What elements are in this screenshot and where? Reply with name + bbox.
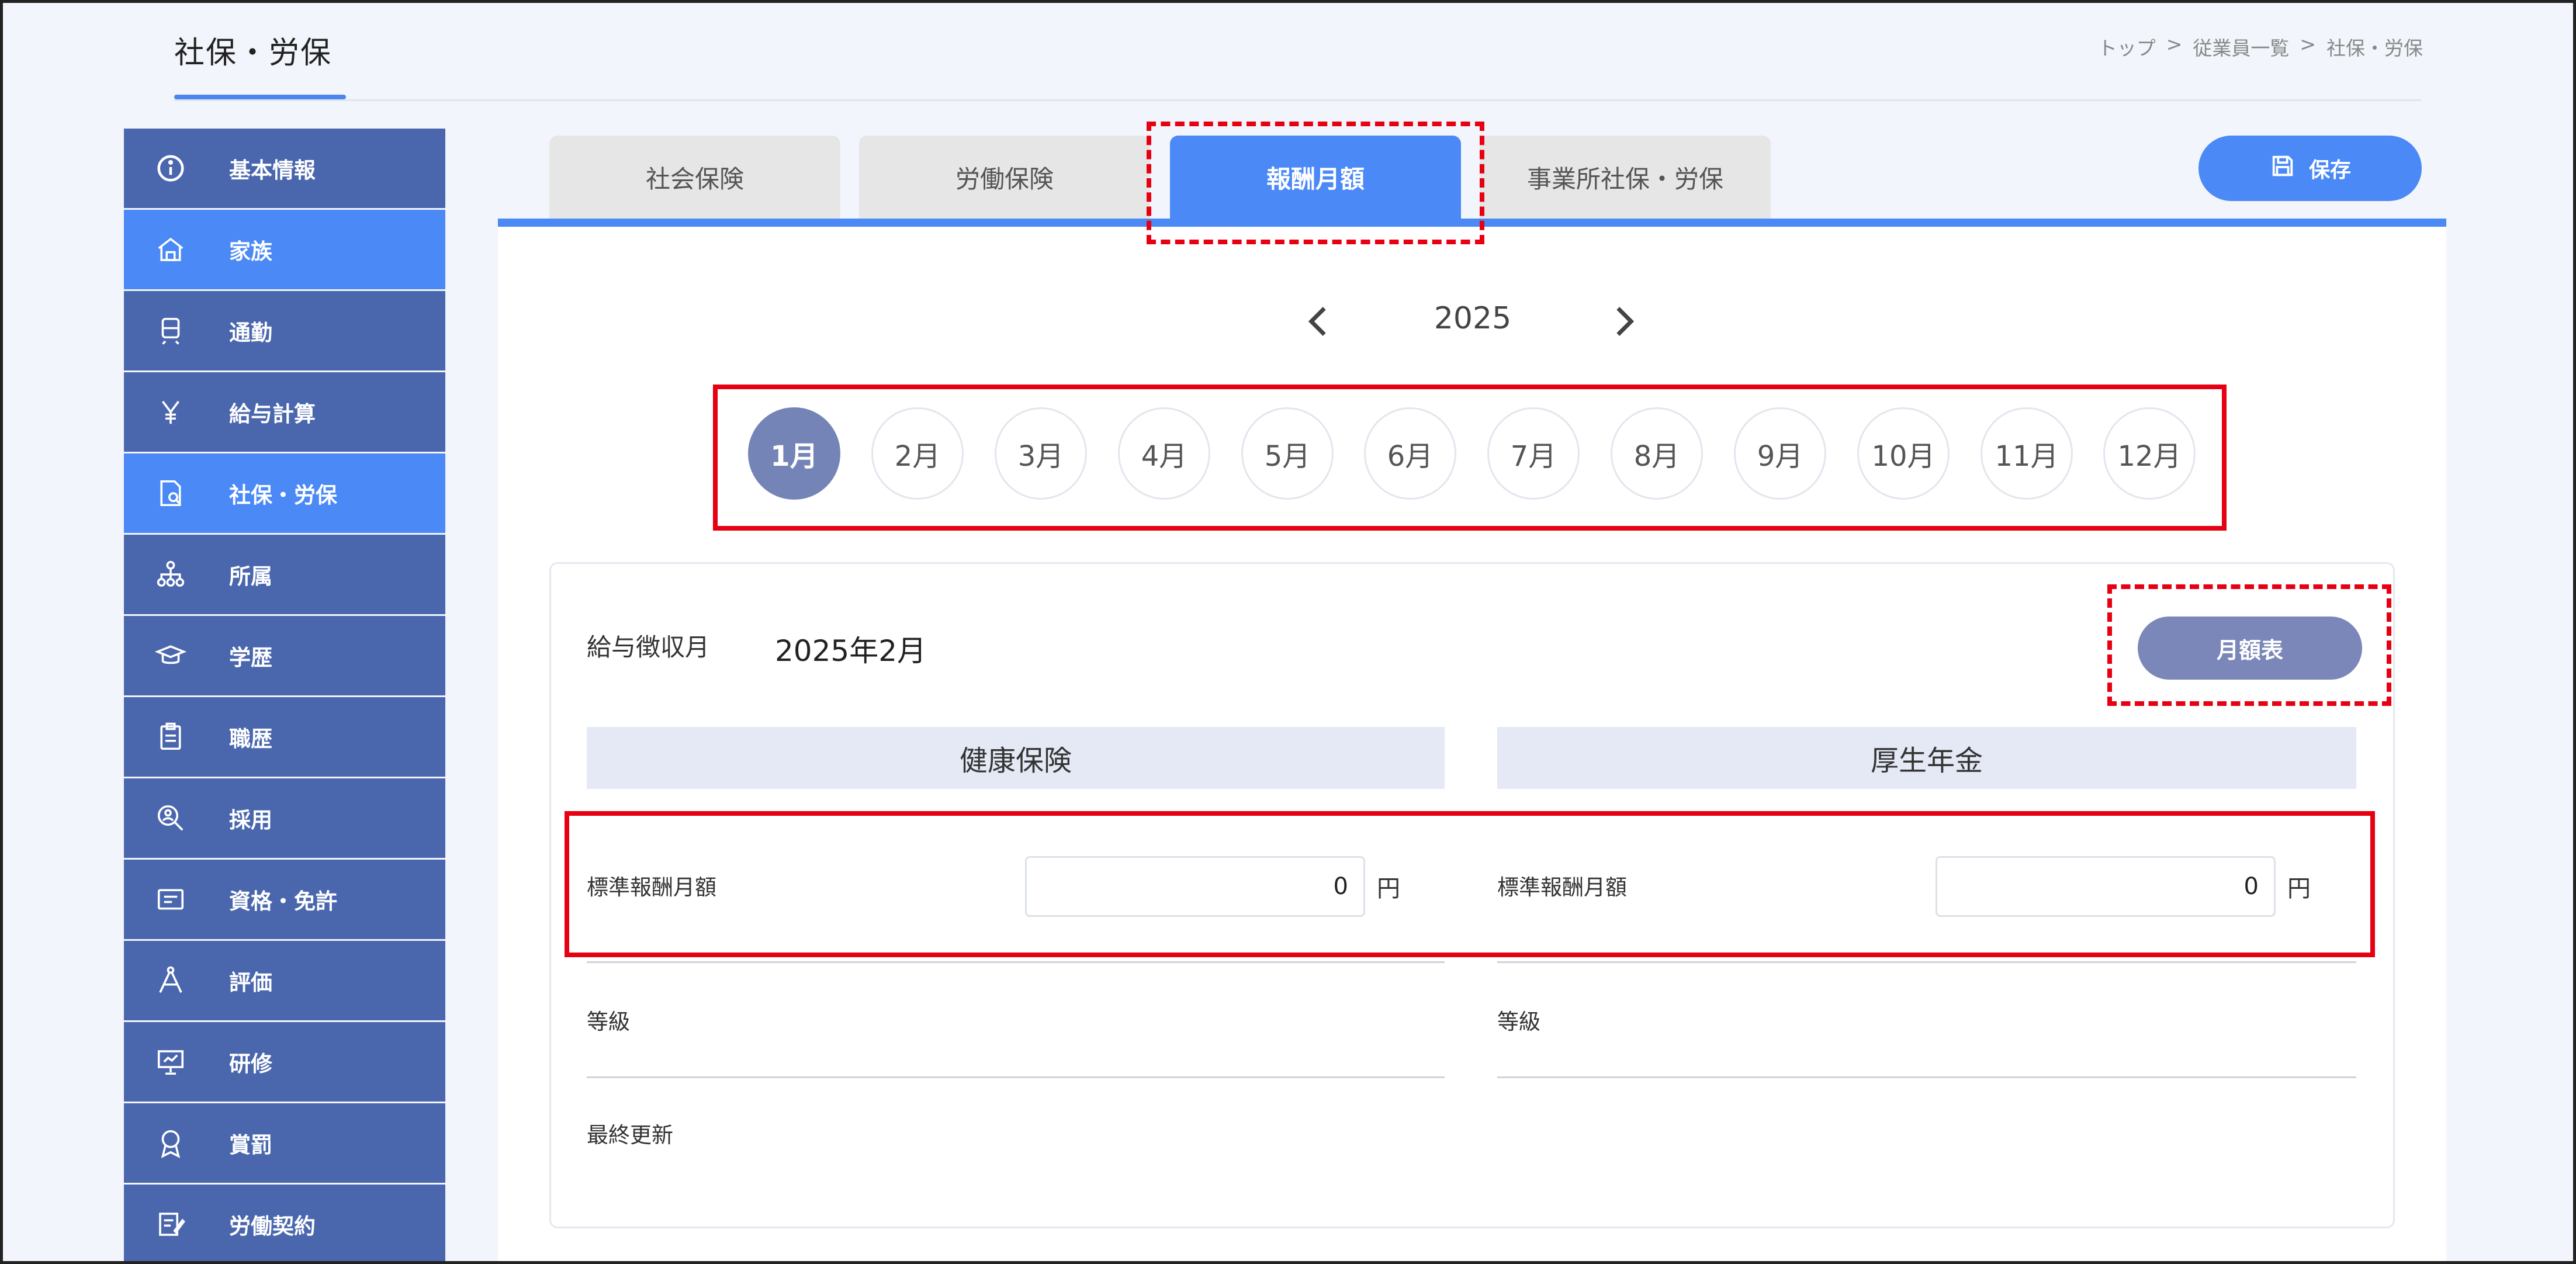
train-icon (147, 315, 194, 347)
sidebar-item-label: 採用 (229, 808, 272, 833)
highlight-box-amounts (565, 811, 2375, 957)
yen-icon (147, 396, 194, 428)
save-icon (2269, 153, 2296, 185)
last-updated-label: 最終更新 (587, 1123, 673, 1148)
info-icon (147, 153, 194, 184)
chevron-right-icon (1616, 307, 1635, 336)
year-next-button[interactable] (1604, 298, 1645, 345)
sidebar-item-label: 労働契約 (229, 1214, 316, 1239)
sidebar-item-social-insurance[interactable]: 社保・労保 (124, 453, 445, 533)
sidebar-item-evaluation[interactable]: 評価 (124, 941, 445, 1020)
sidebar-item-label: 職歴 (229, 726, 272, 752)
page-title-underline (174, 95, 346, 99)
document-icon (147, 477, 194, 509)
graduation-cap-icon (147, 640, 194, 671)
org-chart-icon (147, 559, 194, 590)
sidebar-item-recruitment[interactable]: 採用 (124, 778, 445, 858)
sidebar-item-label: 基本情報 (229, 158, 316, 183)
highlight-box-months (713, 385, 2227, 531)
divider (587, 961, 1445, 963)
sidebar-item-label: 評価 (229, 970, 272, 995)
sidebar-item-label: 研修 (229, 1051, 272, 1076)
breadcrumb-employee-list[interactable]: 従業員一覧 (2193, 33, 2289, 61)
chevron-left-icon (1308, 307, 1326, 336)
breadcrumb-separator: > (2166, 33, 2183, 56)
sidebar-item-affiliation[interactable]: 所属 (124, 535, 445, 614)
house-icon (147, 234, 194, 265)
clipboard-icon (147, 721, 194, 753)
year-prev-button[interactable] (1297, 298, 1338, 345)
sidebar-item-label: 社保・労保 (229, 483, 337, 508)
sidebar-item-work-history[interactable]: 職歴 (124, 697, 445, 777)
medal-icon (147, 1127, 194, 1159)
sidebar-item-awards[interactable]: 賞罰 (124, 1103, 445, 1183)
sidebar-item-qualifications[interactable]: 資格・免許 (124, 860, 445, 939)
sidebar-item-payroll[interactable]: 給与計算 (124, 372, 445, 452)
sidebar-item-label: 資格・免許 (229, 889, 337, 914)
sidebar-item-family[interactable]: 家族 (124, 210, 445, 289)
sidebar-item-labor-contract[interactable]: 労働契約 (124, 1185, 445, 1264)
presentation-icon (147, 1046, 194, 1078)
save-button-label: 保存 (2308, 158, 2351, 182)
sidebar-item-label: 学歴 (229, 645, 272, 670)
header-divider (174, 99, 2421, 101)
collect-month-value: 2025年2月 (775, 634, 927, 668)
sidebar-item-label: 所属 (229, 564, 272, 589)
contract-icon (147, 1208, 194, 1240)
breadcrumb-top[interactable]: トップ (2098, 33, 2156, 61)
sidebar-item-basic-info[interactable]: 基本情報 (124, 129, 445, 208)
tab-office-insurance[interactable]: 事業所社保・労保 (1480, 136, 1771, 219)
tab-social-insurance[interactable]: 社会保険 (549, 136, 840, 219)
tab-labor-insurance[interactable]: 労働保険 (859, 136, 1150, 219)
highlight-box-monthly-table (2107, 584, 2391, 706)
sidebar-item-training[interactable]: 研修 (124, 1022, 445, 1102)
sidebar-item-education[interactable]: 学歴 (124, 616, 445, 695)
sidebar-item-label: 通勤 (229, 320, 272, 345)
collect-month-label: 給与徴収月 (587, 633, 710, 662)
id-card-icon (147, 884, 194, 915)
page-title: 社保・労保 (174, 36, 333, 71)
sidebar-item-label: 賞罰 (229, 1133, 272, 1158)
highlight-box-tab (1147, 122, 1484, 244)
year-label: 2025 (1434, 301, 1512, 336)
sidebar-item-label: 給与計算 (229, 401, 316, 427)
magnifier-user-icon (147, 802, 194, 834)
divider (1497, 1076, 2356, 1078)
breadcrumb: トップ > 従業員一覧 > 社保・労保 (2098, 33, 2423, 61)
sidebar-item-commute[interactable]: 通勤 (124, 291, 445, 370)
health-grade-label: 等級 (587, 1009, 630, 1034)
breadcrumb-current: 社保・労保 (2326, 37, 2423, 60)
breadcrumb-separator: > (2300, 33, 2316, 56)
health-insurance-header: 健康保険 (587, 727, 1445, 789)
divider (587, 1076, 1445, 1078)
sidebar-item-label: 家族 (229, 239, 272, 264)
save-button[interactable]: 保存 (2198, 136, 2422, 201)
divider (1497, 961, 2356, 963)
pension-header: 厚生年金 (1497, 727, 2356, 789)
sidebar: 基本情報 家族 通勤 給与計算 社保・労保 所属 学歴 職歴 採用 資格・免許 … (124, 129, 445, 1264)
pension-grade-label: 等級 (1497, 1009, 1540, 1034)
compass-icon (147, 965, 194, 996)
